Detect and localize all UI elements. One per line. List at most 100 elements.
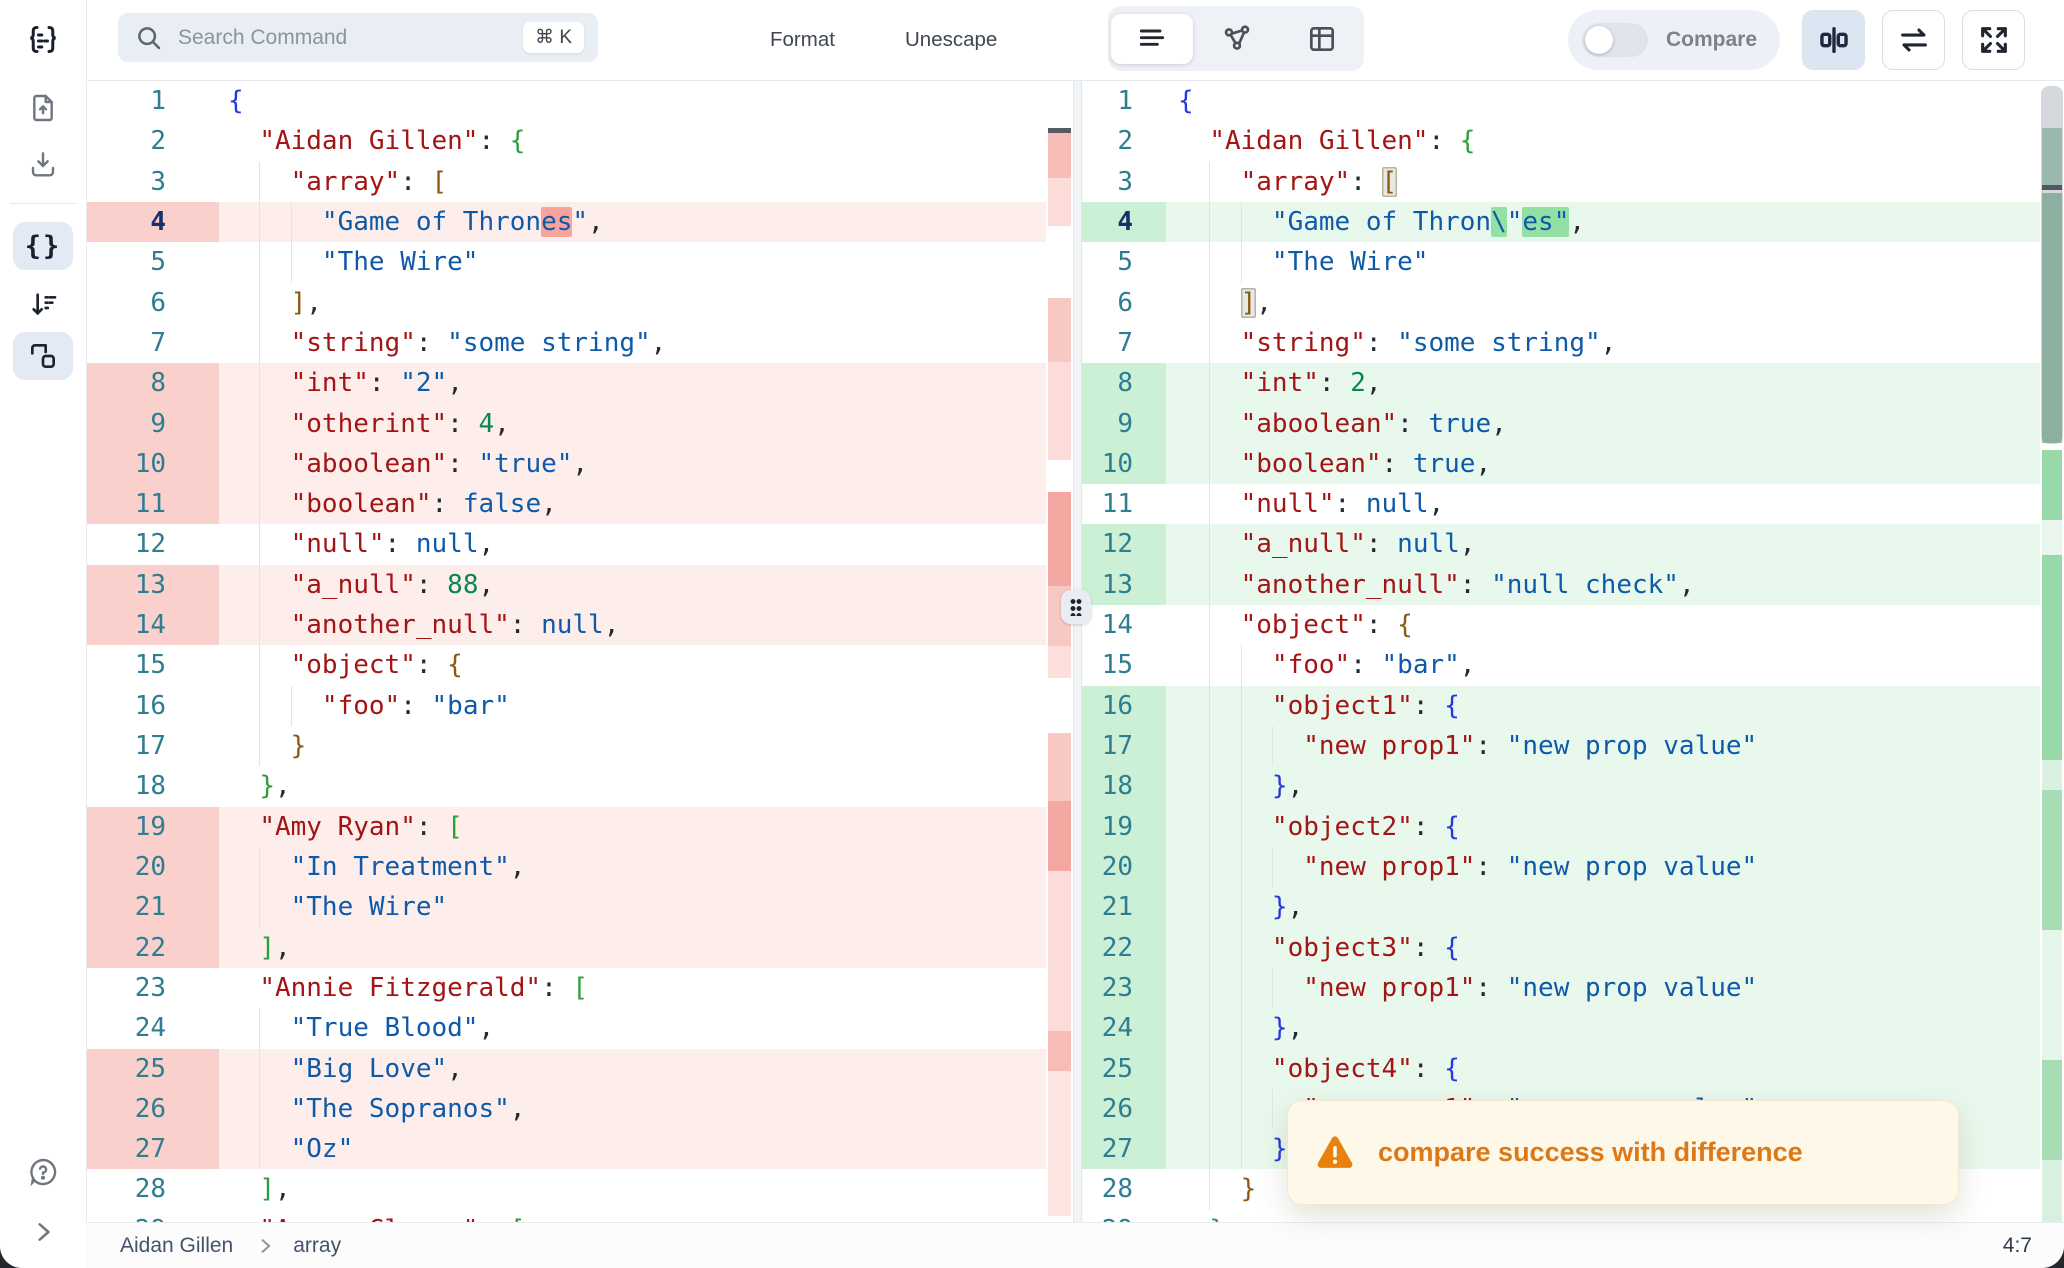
line-number[interactable]: 27 xyxy=(86,1129,219,1170)
line-number[interactable]: 10 xyxy=(1080,443,1166,485)
code-line[interactable]: 26 "The Sopranos", xyxy=(86,1088,1046,1130)
line-number[interactable]: 8 xyxy=(1080,363,1166,404)
line-number[interactable]: 5 xyxy=(1080,242,1166,282)
line-number[interactable]: 1 xyxy=(1080,81,1166,121)
line-number[interactable]: 11 xyxy=(86,484,219,525)
code-content[interactable]: "null": null, xyxy=(219,524,1046,565)
line-number[interactable]: 25 xyxy=(1080,1048,1166,1089)
line-number[interactable]: 12 xyxy=(1080,524,1166,565)
line-number[interactable]: 20 xyxy=(86,846,219,888)
swap-panels-button[interactable] xyxy=(1882,10,1945,70)
line-number[interactable]: 4 xyxy=(1080,201,1166,243)
line-number[interactable]: 6 xyxy=(1080,283,1166,323)
code-line[interactable]: 22 ], xyxy=(86,927,1046,968)
search-input[interactable]: Search Command ⌘ K xyxy=(118,13,598,62)
code-line[interactable]: 21 "The Wire" xyxy=(86,887,1046,928)
code-content[interactable]: "array": [ xyxy=(1166,161,2040,202)
view-mode-text-button[interactable] xyxy=(1111,13,1193,64)
line-number[interactable]: 9 xyxy=(1080,403,1166,444)
line-number[interactable]: 17 xyxy=(1080,726,1166,767)
code-line[interactable]: 4 "Game of Thron\"es", xyxy=(1080,201,2040,243)
scrollbar-thumb[interactable] xyxy=(2041,86,2063,444)
code-line[interactable]: 14 "another_null": null, xyxy=(86,605,1046,646)
code-line[interactable]: 8 "int": "2", xyxy=(86,363,1046,404)
code-content[interactable]: "string": "some string", xyxy=(1166,322,2040,364)
panel-resize-handle[interactable] xyxy=(1061,590,1091,624)
line-number[interactable]: 7 xyxy=(1080,323,1166,363)
code-content[interactable]: "int": "2", xyxy=(219,363,1046,404)
code-content[interactable]: { xyxy=(219,81,1046,121)
code-line[interactable]: 18 }, xyxy=(1080,766,2040,807)
code-line[interactable]: 15 "foo": "bar", xyxy=(1080,645,2040,686)
code-line[interactable]: 3 "array": [ xyxy=(1080,161,2040,202)
line-number[interactable]: 17 xyxy=(86,726,219,766)
code-content[interactable]: "a_null": null, xyxy=(1166,524,2040,565)
code-content[interactable]: }, xyxy=(1166,1210,2040,1222)
code-content[interactable]: "object2": { xyxy=(1166,806,2040,847)
compare-toggle[interactable] xyxy=(1582,23,1648,57)
line-number[interactable]: 29 xyxy=(1080,1210,1166,1222)
code-line[interactable]: 16 "foo": "bar" xyxy=(86,685,1046,726)
code-content[interactable]: "new prop1": "new prop value" xyxy=(1166,846,2040,888)
line-number[interactable]: 10 xyxy=(86,443,219,485)
code-content[interactable]: "Big Love", xyxy=(219,1048,1046,1089)
code-line[interactable]: 29 "Anwan Glover": [ xyxy=(86,1210,1046,1222)
code-line[interactable]: 14 "object": { xyxy=(1080,605,2040,646)
code-line[interactable]: 23 "Annie Fitzgerald": [ xyxy=(86,968,1046,1008)
code-line[interactable]: 24 }, xyxy=(1080,1008,2040,1049)
code-line[interactable]: 13 "a_null": 88, xyxy=(86,564,1046,606)
code-line[interactable]: 17 } xyxy=(86,726,1046,767)
code-content[interactable]: "object": { xyxy=(1166,605,2040,646)
line-number[interactable]: 5 xyxy=(86,242,219,282)
code-content[interactable]: }, xyxy=(1166,766,2040,807)
import-file-button[interactable] xyxy=(13,84,73,132)
code-line[interactable]: 27 "Oz" xyxy=(86,1129,1046,1170)
code-content[interactable]: "Annie Fitzgerald": [ xyxy=(219,968,1046,1008)
code-content[interactable]: "otherint": 4, xyxy=(219,403,1046,444)
line-number[interactable]: 28 xyxy=(1080,1169,1166,1209)
line-number[interactable]: 16 xyxy=(1080,685,1166,726)
code-line[interactable]: 1{ xyxy=(86,81,1046,121)
view-mode-graph-button[interactable] xyxy=(1196,14,1278,64)
line-number[interactable]: 24 xyxy=(1080,1008,1166,1049)
line-number[interactable]: 14 xyxy=(1080,605,1166,645)
code-content[interactable]: "aboolean": true, xyxy=(1166,403,2040,444)
code-content[interactable]: "a_null": 88, xyxy=(219,564,1046,606)
line-number[interactable]: 26 xyxy=(86,1088,219,1130)
code-line[interactable]: 17 "new prop1": "new prop value" xyxy=(1080,726,2040,767)
line-number[interactable]: 16 xyxy=(86,686,219,726)
code-line[interactable]: 25 "Big Love", xyxy=(86,1048,1046,1089)
code-line[interactable]: 11 "boolean": false, xyxy=(86,484,1046,525)
code-line[interactable]: 23 "new prop1": "new prop value" xyxy=(1080,967,2040,1009)
code-line[interactable]: 20 "In Treatment", xyxy=(86,846,1046,888)
code-line[interactable]: 18 }, xyxy=(86,766,1046,806)
code-line[interactable]: 28 ], xyxy=(86,1169,1046,1209)
line-number[interactable]: 24 xyxy=(86,1008,219,1048)
right-editor[interactable]: 1{2 "Aidan Gillen": {3 "array": [4 "Game… xyxy=(1080,81,2040,1222)
code-line[interactable]: 7 "string": "some string", xyxy=(1080,322,2040,364)
code-content[interactable]: "Aidan Gillen": { xyxy=(219,121,1046,161)
line-number[interactable]: 11 xyxy=(1080,484,1166,524)
code-line[interactable]: 19 "Amy Ryan": [ xyxy=(86,806,1046,847)
code-content[interactable]: "True Blood", xyxy=(219,1008,1046,1049)
code-content[interactable]: "In Treatment", xyxy=(219,846,1046,888)
code-line[interactable]: 29 }, xyxy=(1080,1210,2040,1222)
code-line[interactable]: 6 ], xyxy=(1080,282,2040,323)
line-number[interactable]: 7 xyxy=(86,323,219,363)
code-line[interactable]: 11 "null": null, xyxy=(1080,484,2040,525)
expand-sidebar-button[interactable] xyxy=(13,1208,73,1256)
line-number[interactable]: 19 xyxy=(86,806,219,847)
code-content[interactable]: "string": "some string", xyxy=(219,322,1046,364)
code-content[interactable]: ], xyxy=(219,1169,1046,1209)
code-content[interactable]: "Game of Thrones", xyxy=(219,201,1046,243)
code-content[interactable]: } xyxy=(219,726,1046,767)
code-content[interactable]: "int": 2, xyxy=(1166,363,2040,404)
code-content[interactable]: "object4": { xyxy=(1166,1048,2040,1089)
line-number[interactable]: 14 xyxy=(86,605,219,646)
code-content[interactable]: "object1": { xyxy=(1166,685,2040,726)
code-content[interactable]: "another_null": null, xyxy=(219,605,1046,646)
code-line[interactable]: 22 "object3": { xyxy=(1080,927,2040,968)
code-content[interactable]: { xyxy=(1166,81,2040,121)
line-number[interactable]: 9 xyxy=(86,403,219,444)
line-number[interactable]: 23 xyxy=(86,968,219,1008)
